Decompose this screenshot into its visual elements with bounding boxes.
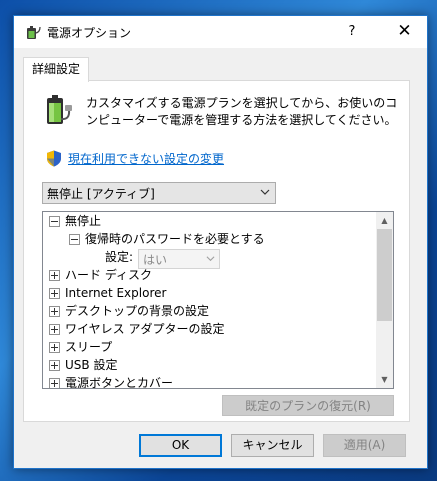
uac-shield-icon bbox=[47, 150, 61, 167]
collapse-toggle[interactable] bbox=[69, 234, 80, 245]
expand-toggle[interactable] bbox=[49, 342, 60, 353]
scroll-up-arrow-icon[interactable]: ▲ bbox=[376, 212, 393, 229]
power-plan-value: 無停止 [アクティブ] bbox=[47, 187, 155, 201]
window-title: 電源オプション bbox=[47, 26, 132, 40]
cancel-button[interactable]: キャンセル bbox=[231, 434, 314, 457]
close-button[interactable]: ✕ bbox=[382, 16, 427, 48]
chevron-down-icon bbox=[260, 189, 270, 195]
ok-button[interactable]: OK bbox=[139, 434, 222, 457]
settings-panel: カスタマイズする電源プランを選択してから、お使いのコンピューターで電源を管理する… bbox=[23, 80, 410, 422]
expand-toggle[interactable] bbox=[49, 270, 60, 281]
help-button[interactable]: ? bbox=[337, 16, 367, 48]
power-options-dialog: 電源オプション ? ✕ 詳細設定 カスタマイズする電源プランを選択してから、お使… bbox=[13, 15, 428, 469]
expand-toggle[interactable] bbox=[49, 378, 60, 388]
expand-toggle[interactable] bbox=[49, 306, 60, 317]
scroll-down-arrow-icon[interactable]: ▼ bbox=[376, 371, 393, 388]
expand-toggle[interactable] bbox=[49, 288, 60, 299]
expand-toggle[interactable] bbox=[49, 360, 60, 371]
title-bar[interactable]: 電源オプション ? ✕ bbox=[14, 16, 427, 48]
change-unavailable-settings-link[interactable]: 現在利用できない設定の変更 bbox=[68, 150, 224, 167]
collapse-toggle[interactable] bbox=[49, 216, 60, 227]
chevron-down-icon bbox=[206, 256, 215, 262]
description-text: カスタマイズする電源プランを選択してから、お使いのコンピューターで電源を管理する… bbox=[86, 96, 398, 127]
tree-scrollbar[interactable]: ▲ ▼ bbox=[376, 212, 393, 388]
power-options-icon bbox=[27, 26, 41, 39]
settings-tree[interactable]: 無停止 復帰時のパスワードを必要とする 設定: はい ハード ディスク Inte… bbox=[42, 211, 394, 389]
scrollbar-thumb[interactable] bbox=[377, 229, 392, 321]
battery-plug-icon bbox=[47, 95, 72, 124]
apply-button[interactable]: 適用(A) bbox=[323, 434, 406, 457]
tab-advanced-settings[interactable]: 詳細設定 bbox=[23, 57, 89, 82]
restore-default-plan-button[interactable]: 既定のプランの復元(R) bbox=[222, 395, 394, 416]
expand-toggle[interactable] bbox=[49, 324, 60, 335]
power-plan-dropdown[interactable]: 無停止 [アクティブ] bbox=[42, 182, 276, 204]
